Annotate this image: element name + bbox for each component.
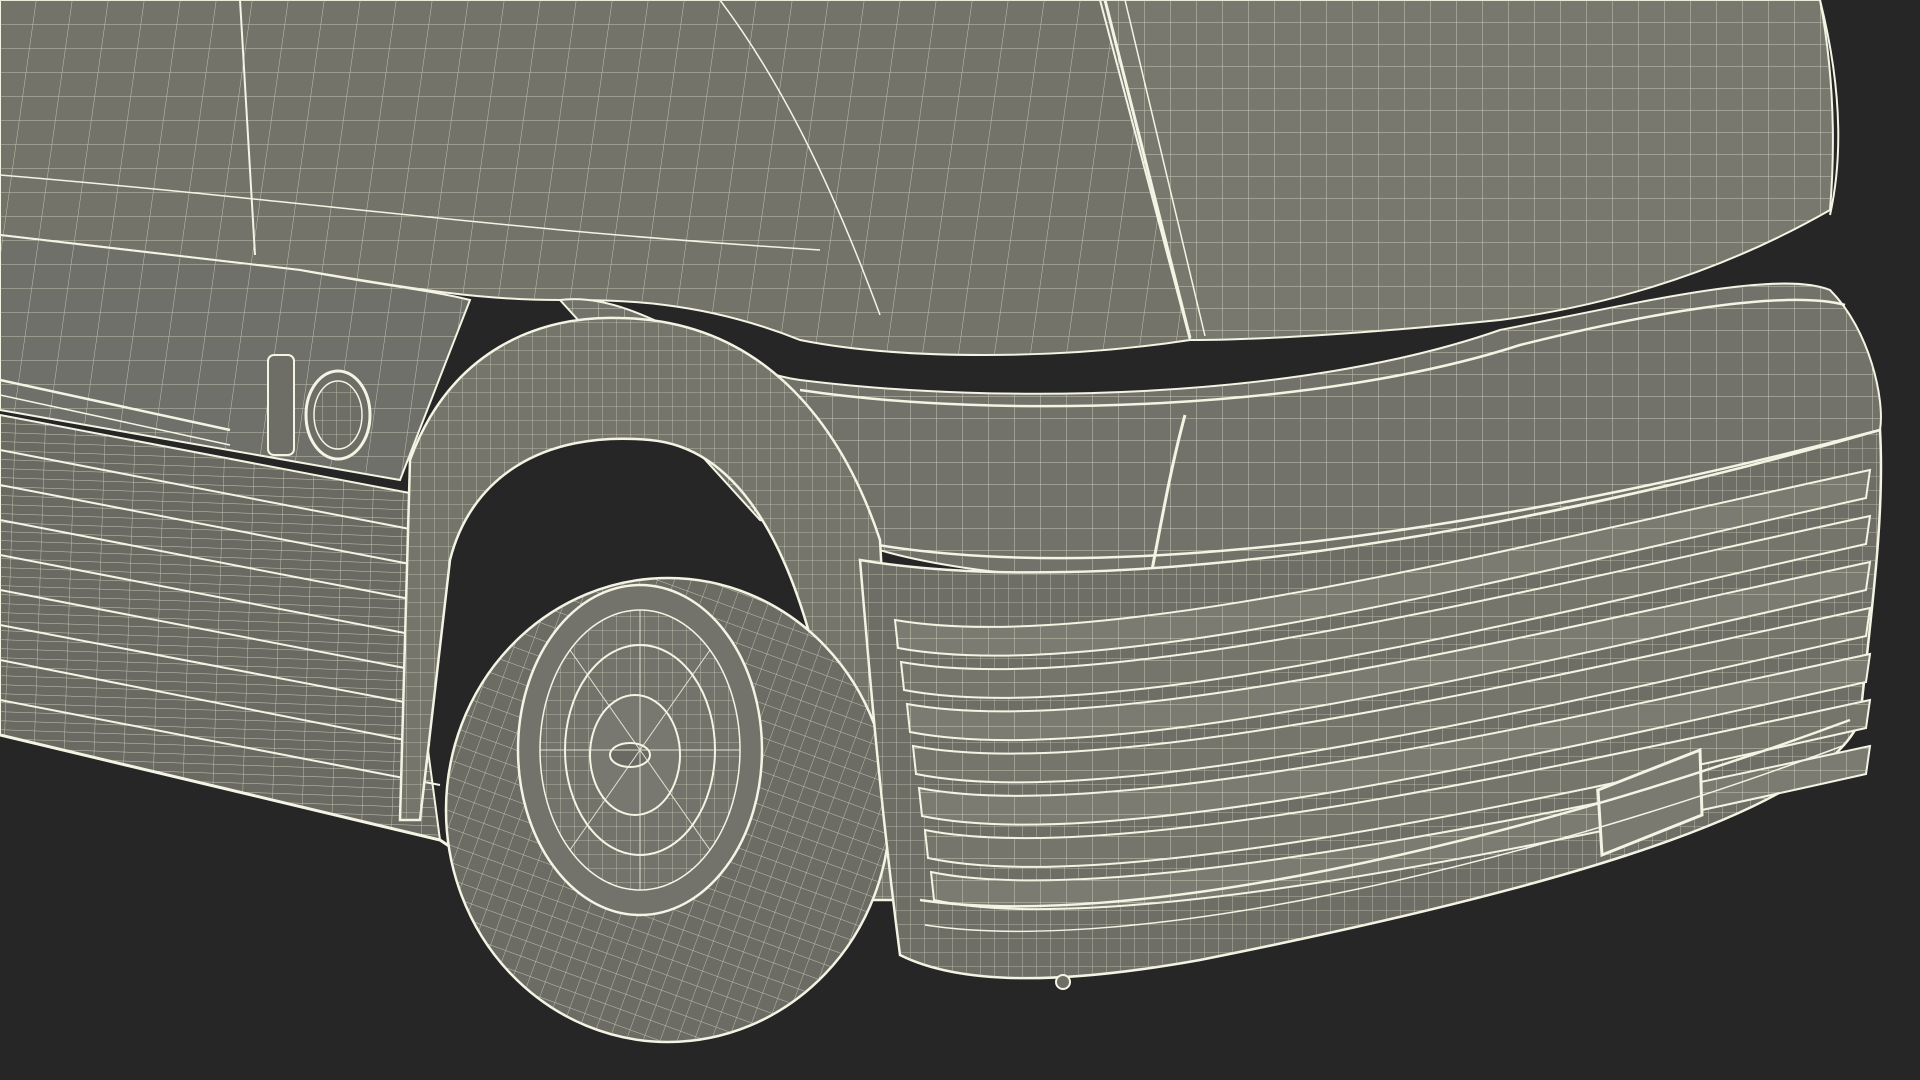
tow-hook-bolt (1055, 974, 1071, 990)
side-skirt (0, 233, 472, 852)
render-viewport (0, 0, 1920, 1080)
truck-wireframe-render (0, 0, 1883, 1044)
